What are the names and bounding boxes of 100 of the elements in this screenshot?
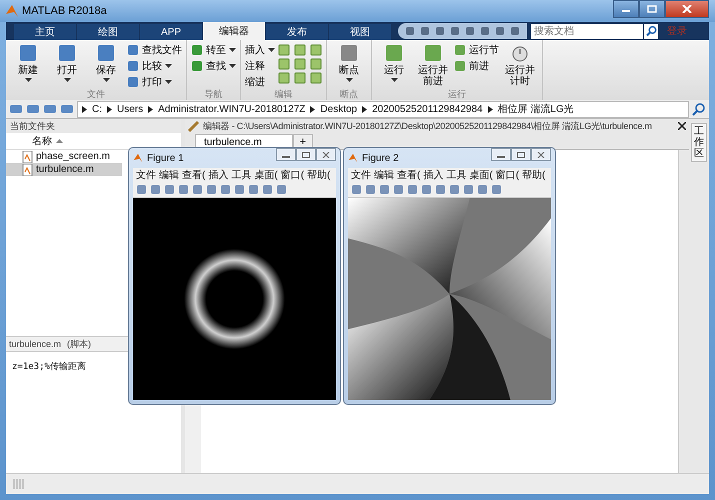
edit-tool-icon[interactable]: [278, 58, 290, 70]
edit-tool-icon[interactable]: [310, 72, 322, 84]
logo-icon: [348, 153, 358, 163]
chevron-icon: [488, 106, 493, 112]
menu-item[interactable]: 查看(: [397, 168, 420, 182]
menu-item[interactable]: 帮助(: [307, 168, 330, 182]
menu-item[interactable]: 插入: [208, 168, 228, 182]
edit-tool-icon[interactable]: [294, 58, 306, 70]
search-icon[interactable]: [644, 24, 658, 38]
ribbon-button[interactable]: 打印: [127, 75, 182, 89]
edit-tool-icon[interactable]: [294, 72, 306, 84]
ribbon-button[interactable]: 插入: [245, 43, 275, 57]
close-icon: [682, 5, 692, 13]
maximize-button[interactable]: [296, 148, 316, 161]
address-bar[interactable]: C: Users Administrator.WIN7U-20180127Z Desktop 20200525201129842984 相位屏 湍流LG光: [77, 100, 689, 118]
caret-icon: [165, 64, 172, 68]
ribbon-button[interactable]: 转至: [191, 43, 236, 57]
search-icon[interactable]: [692, 102, 706, 116]
ribbon-button[interactable]: 运行并前进: [415, 43, 451, 89]
path-segment[interactable]: 相位屏 湍流LG光: [498, 102, 574, 116]
edit-tool-icon[interactable]: [310, 44, 322, 56]
minimize-button[interactable]: [276, 148, 296, 161]
edit-tool-icon[interactable]: [294, 44, 306, 56]
menu-item[interactable]: 桌面(: [469, 168, 493, 182]
group-label: 文件: [86, 89, 106, 100]
column-header[interactable]: 名称: [32, 134, 52, 148]
caret-icon: [229, 48, 236, 52]
path-segment[interactable]: Desktop: [320, 104, 358, 114]
path-segment[interactable]: 20200525201129842984: [372, 104, 483, 114]
ribbon-button[interactable]: 比较: [127, 59, 182, 73]
menu-item[interactable]: 插入: [423, 168, 444, 182]
ribbon-tab[interactable]: 视图: [329, 24, 391, 40]
edit-tool-icon[interactable]: [278, 72, 290, 84]
ribbon-button[interactable]: 断点: [331, 43, 367, 89]
details-title: turbulence.m: [9, 339, 62, 349]
close-button[interactable]: [531, 148, 551, 161]
maximize-button[interactable]: [511, 148, 531, 161]
chevron-icon: [362, 106, 368, 112]
caret-icon: [390, 78, 398, 82]
group-label: 导航: [204, 89, 224, 100]
ribbon-tab[interactable]: APP: [140, 24, 202, 40]
maximize-icon: [517, 152, 525, 158]
edit-tool-icon[interactable]: [278, 44, 290, 56]
ribbon-button[interactable]: 保存: [88, 43, 124, 89]
maximize-button[interactable]: [639, 0, 665, 18]
menu-item[interactable]: 查看(: [182, 168, 206, 182]
code-preview: z=1e3;%传输距离: [11, 360, 87, 374]
close-icon[interactable]: [678, 122, 686, 130]
ribbon-button[interactable]: 注释: [245, 59, 275, 73]
menu-item[interactable]: 文件: [351, 168, 371, 182]
file-item[interactable]: turbulence.m: [6, 163, 122, 176]
path-segment[interactable]: Users: [117, 104, 144, 114]
minimize-button[interactable]: [613, 0, 639, 18]
close-button[interactable]: [665, 0, 709, 18]
window-title: MATLAB R2018a: [22, 5, 107, 17]
ribbon-button[interactable]: 前进: [454, 59, 499, 73]
ribbon-tab[interactable]: 发布: [266, 24, 328, 40]
menu-item[interactable]: 文件: [136, 168, 156, 182]
menu-item[interactable]: 工具: [231, 168, 252, 182]
file-item[interactable]: phase_screen.m: [6, 150, 122, 163]
menu-item[interactable]: 编辑: [159, 168, 179, 182]
group-label: 运行: [447, 89, 467, 100]
script-file-icon: [22, 150, 33, 162]
minimize-button[interactable]: [491, 148, 511, 161]
ribbon-tab[interactable]: 编辑器: [203, 22, 265, 40]
close-button[interactable]: [316, 148, 336, 161]
menu-item[interactable]: 工具: [446, 168, 466, 182]
sort-up-icon: [56, 139, 63, 143]
ribbon-tab[interactable]: 主页: [14, 24, 76, 40]
chevron-icon: [82, 106, 87, 112]
menu-item[interactable]: 帮助(: [522, 168, 546, 182]
edit-tool-icon[interactable]: [310, 58, 322, 70]
menu-item[interactable]: 窗口(: [496, 168, 520, 182]
maximize-icon: [302, 152, 310, 158]
ribbon-tab[interactable]: 绘图: [77, 24, 139, 40]
ribbon-button[interactable]: 运行: [376, 43, 412, 89]
pencil-icon: [188, 120, 200, 132]
chevron-icon: [107, 106, 112, 112]
path-segment[interactable]: C:: [92, 104, 102, 114]
caret-icon: [268, 48, 275, 52]
search-field[interactable]: 搜索文档: [531, 24, 643, 38]
menu-item[interactable]: 编辑: [374, 168, 394, 182]
group-label: 编辑: [274, 89, 294, 100]
menu-item[interactable]: 窗口(: [280, 168, 304, 182]
menu-item[interactable]: 桌面(: [254, 168, 278, 182]
ribbon-button[interactable]: 新建: [10, 43, 46, 89]
figure-title: Figure 2: [362, 152, 399, 164]
ribbon-button[interactable]: 运行节: [454, 43, 499, 57]
ribbon-button[interactable]: 查找文件: [127, 43, 182, 57]
file-type-label: (脚本): [67, 338, 92, 350]
script-file-icon: [22, 164, 33, 176]
ribbon-button[interactable]: 查找: [191, 59, 236, 73]
side-tab[interactable]: 工作区: [691, 123, 707, 162]
editor-title: 编辑器 - C:\Users\Administrator.WIN7U-20180127Z\Desktop\20200525201129842984\相位屏 湍流LG光\turbulence.m: [203, 120, 653, 132]
scrollbar[interactable]: [678, 150, 689, 473]
ribbon-button[interactable]: 缩进: [245, 75, 275, 89]
ribbon-button[interactable]: 运行并计时: [502, 43, 538, 89]
path-segment[interactable]: Administrator.WIN7U-20180127Z: [158, 104, 306, 114]
ribbon-button[interactable]: 打开: [49, 43, 85, 89]
caret-icon: [24, 78, 32, 82]
